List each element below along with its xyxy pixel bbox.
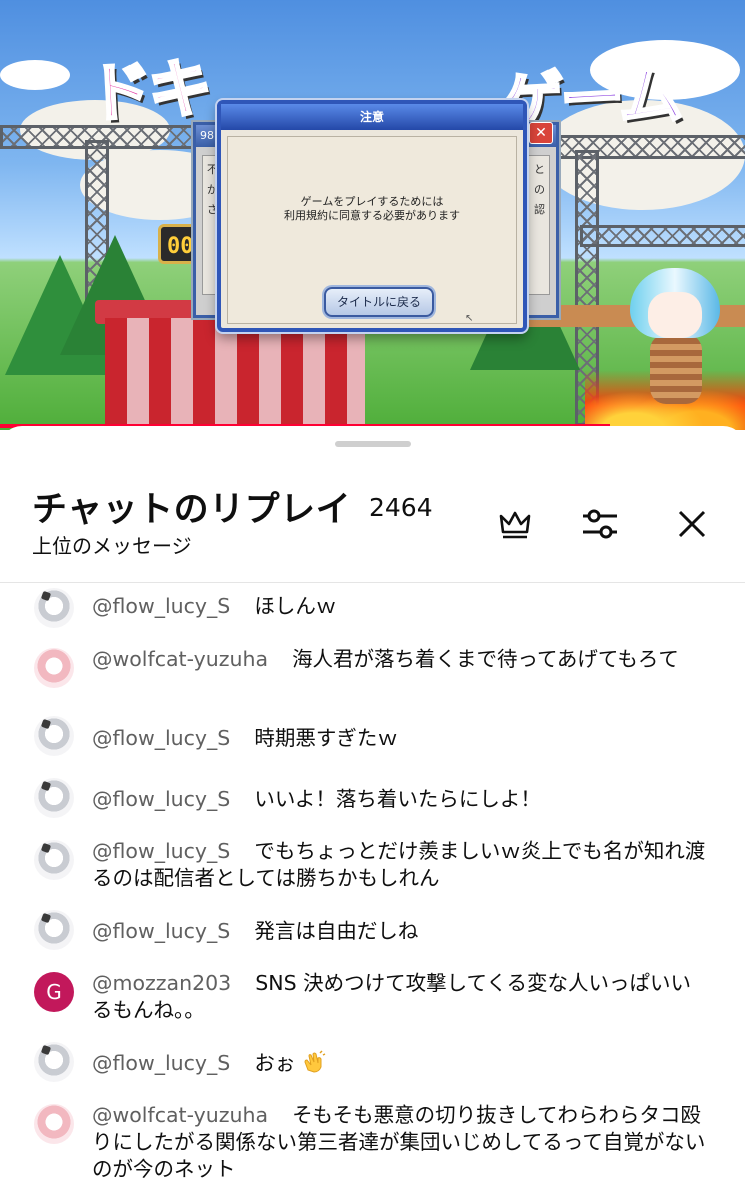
- message-line: @flow_lucy_S 発言は自由だしね: [92, 918, 709, 945]
- close-icon[interactable]: [672, 504, 712, 544]
- dialog-body: ゲームをプレイするためには 利用規約に同意する必要があります タイトルに戻る ↖: [227, 136, 517, 324]
- author-name[interactable]: @flow_lucy_S: [92, 1051, 230, 1075]
- avatar[interactable]: [34, 588, 74, 628]
- author-name[interactable]: @flow_lucy_S: [92, 839, 230, 863]
- crown-icon[interactable]: [495, 504, 535, 544]
- character-face: [648, 292, 702, 338]
- author-name[interactable]: @flow_lucy_S: [92, 919, 230, 943]
- message-line: @flow_lucy_S 時期悪すぎたｗ: [92, 725, 709, 752]
- back-to-title-button[interactable]: タイトルに戻る: [324, 287, 434, 317]
- notice-dialog: 注意 ゲームをプレイするためには 利用規約に同意する必要があります タイトルに戻…: [217, 100, 527, 332]
- message-line: @wolfcat-yuzuha そもそも悪意の切り抜きしてわらわらタコ殴りにしたが…: [92, 1102, 709, 1183]
- message-line: @wolfcat-yuzuha 海人君が落ち着くまで待ってあげてもろて: [92, 646, 709, 673]
- mouse-cursor-icon: ↖: [465, 313, 474, 324]
- video-player[interactable]: ドキ ゲーム 00 98 不かさ との認 ✕ 注意 ゲームをプレイするためには …: [0, 0, 745, 430]
- message-text: 海人君が落ち着くまで待ってあげてもろて: [292, 647, 679, 671]
- message-line: @mozzan203 SNS 決めつけて攻撃してくる変な人いっぱいいるもんね。。: [92, 970, 709, 1024]
- chat-replay-panel: チャットのリプレイ 2464 上位のメッセージ @flow_lucy_S ほしんｗ…: [0, 426, 745, 1200]
- message-line: @flow_lucy_S おぉ: [92, 1050, 709, 1077]
- message-text: 発言は自由だしね: [254, 919, 419, 943]
- rope-body: [650, 334, 702, 404]
- author-name[interactable]: @flow_lucy_S: [92, 726, 230, 750]
- dialog-title: 注意: [221, 104, 523, 130]
- clapping-hands-icon: [304, 1050, 326, 1073]
- divider: [0, 582, 745, 583]
- viewer-count: 2464: [369, 493, 433, 522]
- avatar[interactable]: [34, 1042, 74, 1082]
- cloud: [0, 60, 70, 90]
- message-line: @flow_lucy_S いいよ！落ち着いたらにしよ！: [92, 786, 709, 813]
- close-icon[interactable]: ✕: [529, 122, 553, 144]
- message-line: @flow_lucy_S ほしんｗ: [92, 593, 709, 620]
- dialog-message-line: ゲームをプレイするためには: [300, 195, 444, 208]
- author-name[interactable]: @mozzan203: [92, 971, 231, 995]
- avatar[interactable]: G: [34, 972, 74, 1012]
- author-name[interactable]: @wolfcat-yuzuha: [92, 1103, 268, 1127]
- tied-up-character: [630, 262, 720, 412]
- avatar[interactable]: [34, 716, 74, 756]
- avatar[interactable]: [34, 840, 74, 880]
- dialog-message-line: 利用規約に同意する必要があります: [284, 209, 460, 222]
- top-messages-selector[interactable]: 上位のメッセージ: [32, 530, 192, 559]
- truss-beam: [580, 225, 745, 247]
- game-title-left: ドキ: [85, 50, 212, 133]
- sliders-icon[interactable]: [580, 504, 620, 544]
- avatar[interactable]: [34, 778, 74, 818]
- avatar[interactable]: [34, 1104, 74, 1144]
- drag-handle[interactable]: [335, 441, 411, 447]
- message-text: ほしんｗ: [254, 594, 337, 618]
- booth: [105, 318, 365, 430]
- author-name[interactable]: @flow_lucy_S: [92, 594, 230, 618]
- message-line: @flow_lucy_S でもちょっとだけ羨ましいｗ炎上でも名が知れ渡るのは配信者…: [92, 838, 709, 892]
- panel-title: チャットのリプレイ: [32, 490, 352, 530]
- author-name[interactable]: @flow_lucy_S: [92, 787, 230, 811]
- message-text: 時期悪すぎたｗ: [254, 726, 398, 750]
- message-text: いいよ！落ち着いたらにしよ！: [254, 787, 541, 811]
- dialog-message: ゲームをプレイするためには 利用規約に同意する必要があります: [228, 195, 516, 223]
- message-text: おぉ: [254, 1051, 296, 1075]
- avatar[interactable]: [34, 648, 74, 688]
- avatar[interactable]: [34, 910, 74, 950]
- author-name[interactable]: @wolfcat-yuzuha: [92, 647, 268, 671]
